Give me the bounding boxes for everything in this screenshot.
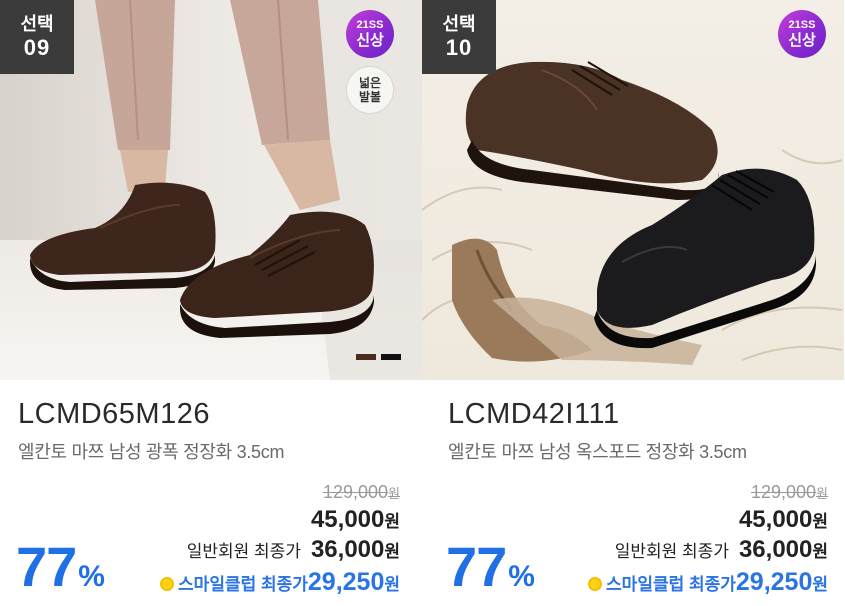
product-image[interactable]: 선택 10 21SS 신상: [422, 0, 844, 380]
product-description[interactable]: 엘칸토 마쯔 남성 옥스포드 정장화 3.5cm: [448, 438, 747, 464]
sale-price-value: 45,000: [310, 506, 385, 533]
member-price-row: 일반회원 최종가 36,000원: [588, 536, 828, 566]
new-badge-label: 신상: [356, 32, 384, 49]
pick-badge: 선택 10: [422, 0, 496, 74]
original-price-value: 129,000: [322, 482, 389, 502]
discount-value: 77: [446, 535, 507, 598]
swatch-black[interactable]: [381, 354, 401, 360]
discount-unit: %: [508, 560, 535, 593]
discount-rate: 77%: [446, 534, 535, 599]
new-season-badge: 21SS 신상: [778, 10, 826, 58]
new-season-badge: 21SS 신상: [346, 10, 394, 58]
member-price-value: 36,000: [310, 536, 385, 563]
currency-unit: 원: [384, 512, 400, 531]
smile-club-label: 스마일클럽 최종가: [606, 575, 736, 594]
product-image[interactable]: 선택 09 21SS 신상 넓은 발볼: [0, 0, 422, 380]
product-model[interactable]: LCMD42I111: [448, 398, 620, 431]
product-grid: 선택 09 21SS 신상 넓은 발볼 LCMD65M126 엘칸토 마쯔 남성…: [0, 0, 845, 606]
product-card[interactable]: 선택 10 21SS 신상 LCMD42I111 엘칸토 마쯔 남성 옥스포드 …: [422, 0, 844, 606]
product-card[interactable]: 선택 09 21SS 신상 넓은 발볼 LCMD65M126 엘칸토 마쯔 남성…: [0, 0, 422, 606]
price-block: 129,000원 45,000원 일반회원 최종가 36,000원 스마일클럽 최…: [588, 480, 828, 602]
color-swatches: [356, 354, 401, 360]
smile-club-price-row: 스마일클럽 최종가29,250원: [160, 566, 400, 602]
currency-unit: 원: [388, 486, 400, 501]
product-model[interactable]: LCMD65M126: [18, 398, 210, 431]
currency-unit: 원: [812, 542, 828, 561]
currency-unit: 원: [812, 575, 828, 594]
wide-badge-line1: 넓은: [358, 76, 382, 90]
currency-unit: 원: [816, 486, 828, 501]
member-price-label: 일반회원 최종가: [614, 542, 729, 561]
sale-price: 45,000원: [160, 506, 400, 536]
wide-fit-badge: 넓은 발볼: [346, 66, 394, 114]
original-price: 129,000원: [160, 480, 400, 506]
sale-price-value: 45,000: [738, 506, 813, 533]
sale-price: 45,000원: [588, 506, 828, 536]
product-description[interactable]: 엘칸토 마쯔 남성 광폭 정장화 3.5cm: [18, 438, 284, 464]
pick-number: 09: [23, 35, 51, 60]
member-price-row: 일반회원 최종가 36,000원: [160, 536, 400, 566]
new-badge-label: 신상: [788, 32, 816, 49]
member-price-value: 36,000: [738, 536, 813, 563]
pick-label: 선택: [20, 14, 54, 34]
original-price: 129,000원: [588, 480, 828, 506]
pick-badge: 선택 09: [0, 0, 74, 74]
wide-badge-line2: 발볼: [358, 90, 382, 104]
currency-unit: 원: [812, 512, 828, 531]
new-badge-season: 21SS: [788, 19, 816, 31]
smile-club-label: 스마일클럽 최종가: [178, 575, 308, 594]
currency-unit: 원: [384, 542, 400, 561]
smile-club-icon: [160, 576, 175, 591]
swatch-brown[interactable]: [356, 354, 376, 360]
smile-club-price-value: 29,250: [307, 568, 385, 596]
smile-club-icon: [588, 576, 603, 591]
member-price-label: 일반회원 최종가: [186, 542, 301, 561]
pick-number: 10: [445, 35, 473, 60]
discount-unit: %: [78, 560, 105, 593]
smile-club-price-row: 스마일클럽 최종가29,250원: [588, 566, 828, 602]
new-badge-season: 21SS: [356, 19, 384, 31]
discount-value: 77: [16, 535, 77, 598]
smile-club-price-value: 29,250: [735, 568, 813, 596]
price-block: 129,000원 45,000원 일반회원 최종가 36,000원 스마일클럽 최…: [160, 480, 400, 602]
discount-rate: 77%: [16, 534, 105, 599]
original-price-value: 129,000: [750, 482, 817, 502]
currency-unit: 원: [384, 575, 400, 594]
pick-label: 선택: [442, 14, 476, 34]
